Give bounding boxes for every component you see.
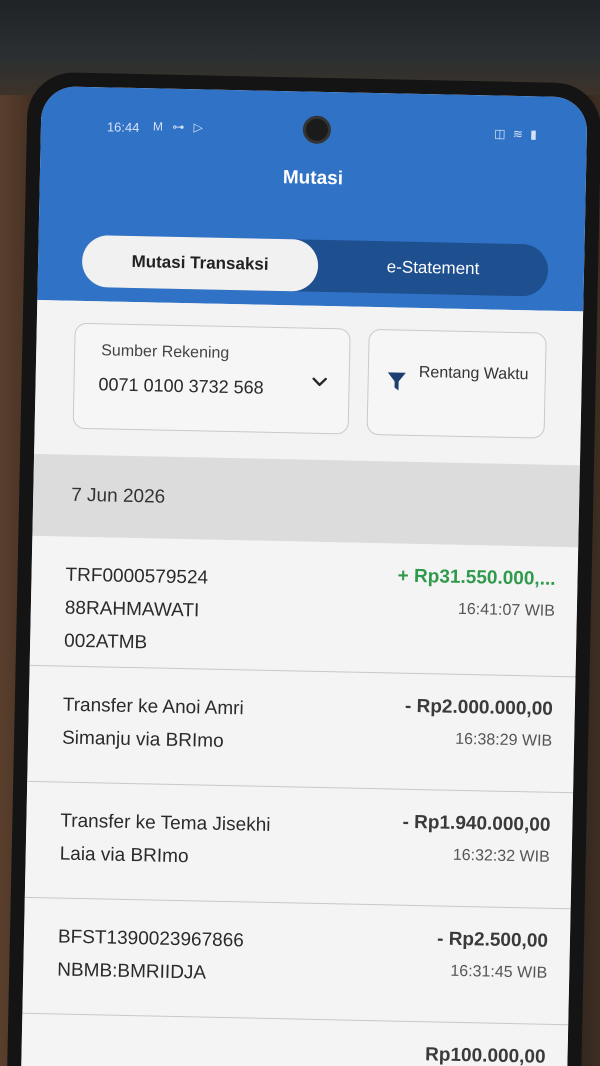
app-header: 16:44 M ⊶ ▷ ◫ ≋ ▮ Mutasi Mutasi Transaks… <box>37 86 588 312</box>
account-number: 0071 0100 3732 568 <box>98 374 264 398</box>
date-range-filter[interactable]: Rentang Waktu <box>366 328 547 439</box>
transaction-row[interactable]: Transfer ke Anoi Amri Simanju via BRImo … <box>27 665 576 794</box>
transaction-amount: - Rp2.000.000,00 <box>404 695 554 720</box>
date-range-label: Rentang Waktu <box>418 363 529 384</box>
filter-section: Sumber Rekening 0071 0100 3732 568 Renta… <box>34 299 584 466</box>
account-selector-label: Sumber Rekening <box>101 342 230 362</box>
transaction-row[interactable]: Transfer ke Tema Jisekhi Laia via BRImo … <box>24 781 574 910</box>
transaction-description <box>56 1037 276 1042</box>
transaction-time: 16:32:32 WIB <box>452 846 550 866</box>
transaction-row[interactable]: BFST1390023967866 NBMB:BMRIIDJA - Rp2.50… <box>22 897 571 1026</box>
transaction-amount: - Rp2.500,00 <box>436 928 549 952</box>
phone-frame: 16:44 M ⊶ ▷ ◫ ≋ ▮ Mutasi Mutasi Transaks… <box>6 71 600 1066</box>
transaction-description: TRF0000579524 88RAHMAWATI 002ATMB <box>63 564 209 654</box>
filter-icon <box>387 372 406 391</box>
transaction-time: 16:38:29 WIB <box>455 730 553 750</box>
tab-e-statement[interactable]: e-Statement <box>318 240 549 297</box>
signal-battery-icons: ◫ ≋ ▮ <box>494 126 540 142</box>
transaction-description: Transfer ke Tema Jisekhi Laia via BRImo <box>59 810 271 868</box>
transaction-description: BFST1390023967866 NBMB:BMRIIDJA <box>57 926 245 984</box>
phone-screen: 16:44 M ⊶ ▷ ◫ ≋ ▮ Mutasi Mutasi Transaks… <box>21 86 588 1066</box>
notification-icons: M ⊶ ▷ <box>152 119 206 135</box>
transaction-amount: Rp100.000,00 <box>424 1044 546 1066</box>
date-group-label: 7 Jun 2026 <box>70 484 166 508</box>
transaction-list: TRF0000579524 88RAHMAWATI 002ATMB + Rp31… <box>21 535 579 1066</box>
transaction-row[interactable]: TRF0000579524 88RAHMAWATI 002ATMB + Rp31… <box>29 535 579 678</box>
transaction-description: Transfer ke Anoi Amri Simanju via BRImo <box>61 694 244 752</box>
chevron-down-icon <box>312 377 327 387</box>
transaction-time: 16:31:45 WIB <box>450 962 548 982</box>
page-title: Mutasi <box>282 167 344 190</box>
transaction-amount: + Rp31.550.000,... <box>397 565 556 590</box>
date-group-header: 7 Jun 2026 <box>32 453 580 548</box>
status-time: 16:44 <box>106 119 140 136</box>
transaction-amount: - Rp1.940.000,00 <box>402 811 551 836</box>
account-selector[interactable]: Sumber Rekening 0071 0100 3732 568 <box>72 322 351 435</box>
tab-mutasi-transaksi[interactable]: Mutasi Transaksi <box>81 234 319 292</box>
tab-switcher: Mutasi Transaksi e-Statement <box>81 234 549 297</box>
transaction-time: 16:41:07 WIB <box>457 600 556 620</box>
